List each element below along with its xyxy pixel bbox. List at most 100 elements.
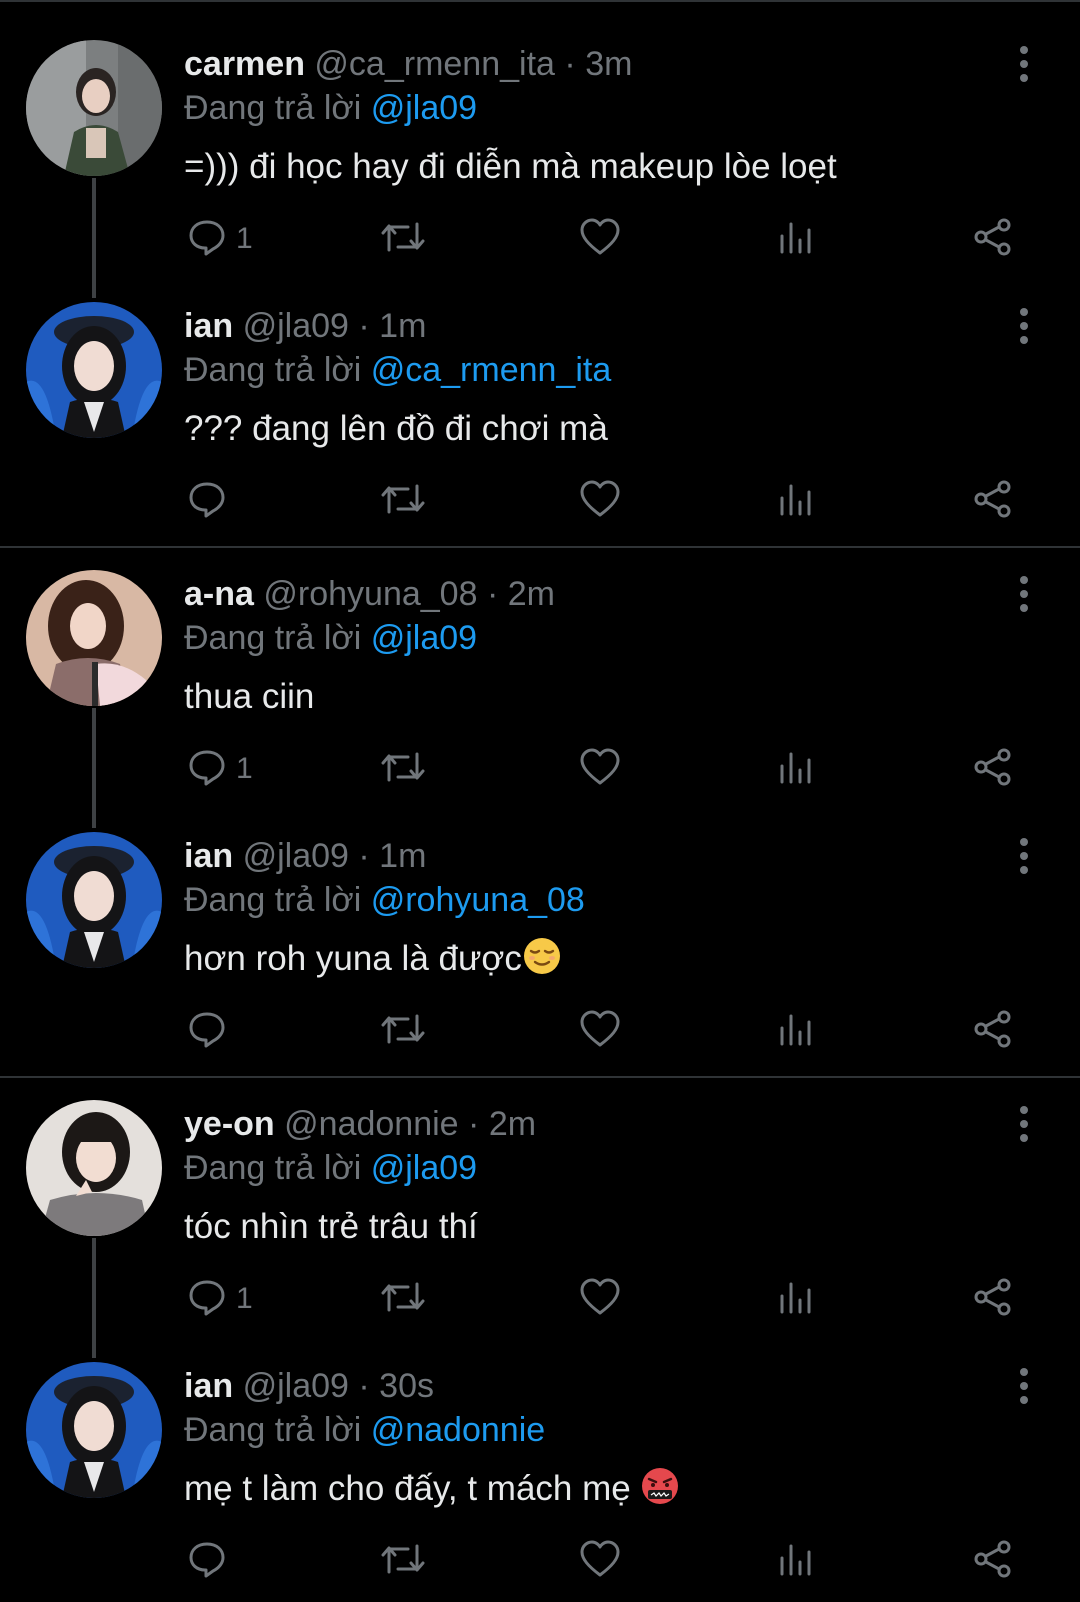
tweet-header: ian @jla09 · 1m: [184, 304, 426, 348]
share-icon: [972, 1538, 1014, 1585]
display-name[interactable]: carmen: [184, 45, 305, 83]
retweet-icon: [380, 478, 426, 525]
like-icon: [578, 1538, 622, 1585]
views-button[interactable]: [776, 214, 816, 264]
action-bar: [0, 476, 1080, 526]
reply-button[interactable]: 1: [186, 1274, 253, 1324]
views-button[interactable]: [776, 476, 816, 526]
share-icon: [972, 1008, 1014, 1055]
reply-mention[interactable]: @ca_rmenn_ita: [371, 351, 612, 389]
timestamp[interactable]: 1m: [379, 837, 426, 875]
display-name[interactable]: a-na: [184, 575, 254, 613]
like-button[interactable]: [578, 214, 622, 264]
reply-icon: [186, 216, 228, 263]
user-handle[interactable]: @jla09: [243, 1367, 349, 1405]
tweet-yeon[interactable]: ye-on @nadonnie · 2m Đang trả lời @jla09…: [0, 1060, 1080, 1325]
share-button[interactable]: [972, 1536, 1014, 1586]
views-button[interactable]: [776, 1006, 816, 1056]
tweet-text: tóc nhìn trẻ trâu thí: [184, 1207, 478, 1246]
more-icon[interactable]: [1004, 832, 1044, 880]
tweet-ian[interactable]: ian @jla09 · 1m Đang trả lời @rohyuna_08…: [0, 792, 1080, 1057]
user-handle[interactable]: @jla09: [243, 307, 349, 345]
share-button[interactable]: [972, 214, 1014, 264]
reply-mention[interactable]: @jla09: [371, 89, 477, 127]
like-button[interactable]: [578, 744, 622, 794]
action-bar: [0, 1006, 1080, 1056]
reply-button[interactable]: 1: [186, 744, 253, 794]
more-icon[interactable]: [1004, 570, 1044, 618]
tweet-ana[interactable]: a-na @rohyuna_08 · 2m Đang trả lời @jla0…: [0, 530, 1080, 795]
tweet-carmen[interactable]: carmen @ca_rmenn_ita · 3m Đang trả lời @…: [0, 0, 1080, 265]
retweet-icon: [380, 1008, 426, 1055]
tweet-ian[interactable]: ian @jla09 · 30s Đang trả lời @nadonnie …: [0, 1322, 1080, 1587]
reply-mention[interactable]: @rohyuna_08: [371, 881, 585, 919]
like-button[interactable]: [578, 476, 622, 526]
reply-button[interactable]: 1: [186, 214, 253, 264]
views-button[interactable]: [776, 1536, 816, 1586]
avatar-ian[interactable]: [26, 832, 162, 968]
views-button[interactable]: [776, 744, 816, 794]
retweet-button[interactable]: [380, 744, 426, 794]
share-button[interactable]: [972, 744, 1014, 794]
more-icon[interactable]: [1004, 40, 1044, 88]
retweet-button[interactable]: [380, 1006, 426, 1056]
display-name[interactable]: ian: [184, 307, 233, 345]
tweet-text: ??? đang lên đồ đi chơi mà: [184, 409, 608, 448]
retweet-button[interactable]: [380, 214, 426, 264]
more-icon[interactable]: [1004, 1100, 1044, 1148]
reply-mention[interactable]: @nadonnie: [371, 1411, 545, 1449]
thread-3: ye-on @nadonnie · 2m Đang trả lời @jla09…: [0, 1060, 1080, 1602]
reply-button[interactable]: [186, 476, 236, 526]
avatar-ian[interactable]: [26, 302, 162, 438]
avatar-ian[interactable]: [26, 1362, 162, 1498]
share-button[interactable]: [972, 1274, 1014, 1324]
display-name[interactable]: ye-on: [184, 1105, 275, 1143]
timestamp[interactable]: 30s: [379, 1367, 434, 1405]
timestamp[interactable]: 1m: [379, 307, 426, 345]
like-button[interactable]: [578, 1274, 622, 1324]
retweet-button[interactable]: [380, 476, 426, 526]
share-button[interactable]: [972, 476, 1014, 526]
tweet-header: ye-on @nadonnie · 2m: [184, 1102, 536, 1146]
avatar-carmen[interactable]: [26, 40, 162, 176]
user-handle[interactable]: @rohyuna_08: [263, 575, 477, 613]
retweet-button[interactable]: [380, 1536, 426, 1586]
reply-button[interactable]: [186, 1536, 236, 1586]
display-name[interactable]: ian: [184, 837, 233, 875]
reply-mention[interactable]: @jla09: [371, 1149, 477, 1187]
views-icon: [776, 1538, 816, 1585]
tweet-ian[interactable]: ian @jla09 · 1m Đang trả lời @ca_rmenn_i…: [0, 262, 1080, 527]
timestamp[interactable]: 2m: [508, 575, 555, 613]
display-name[interactable]: ian: [184, 1367, 233, 1405]
thread-2: a-na @rohyuna_08 · 2m Đang trả lời @jla0…: [0, 530, 1080, 1068]
views-button[interactable]: [776, 1274, 816, 1324]
reply-icon: [186, 1538, 228, 1585]
views-icon: [776, 1008, 816, 1055]
views-icon: [776, 746, 816, 793]
separator-dot: ·: [468, 1105, 480, 1143]
action-bar: 1: [0, 744, 1080, 794]
share-button[interactable]: [972, 1006, 1014, 1056]
reply-icon: [186, 1276, 228, 1323]
user-handle[interactable]: @ca_rmenn_ita: [314, 45, 555, 83]
like-button[interactable]: [578, 1006, 622, 1056]
reply-mention[interactable]: @jla09: [371, 619, 477, 657]
more-icon[interactable]: [1004, 302, 1044, 350]
timestamp[interactable]: 2m: [489, 1105, 536, 1143]
user-handle[interactable]: @jla09: [243, 837, 349, 875]
like-button[interactable]: [578, 1536, 622, 1586]
tweet-header: ian @jla09 · 1m: [184, 834, 426, 878]
avatar-ana[interactable]: [26, 570, 162, 706]
avatar-yeon[interactable]: [26, 1100, 162, 1236]
timestamp[interactable]: 3m: [585, 45, 632, 83]
user-handle[interactable]: @nadonnie: [284, 1105, 458, 1143]
more-icon[interactable]: [1004, 1362, 1044, 1410]
retweet-icon: [380, 1538, 426, 1585]
separator-dot: ·: [358, 307, 370, 345]
reply-icon: [186, 746, 228, 793]
reply-button[interactable]: [186, 1006, 236, 1056]
separator-dot: ·: [358, 1367, 370, 1405]
separator-dot: ·: [486, 575, 499, 613]
retweet-button[interactable]: [380, 1274, 426, 1324]
retweet-icon: [380, 1276, 426, 1323]
